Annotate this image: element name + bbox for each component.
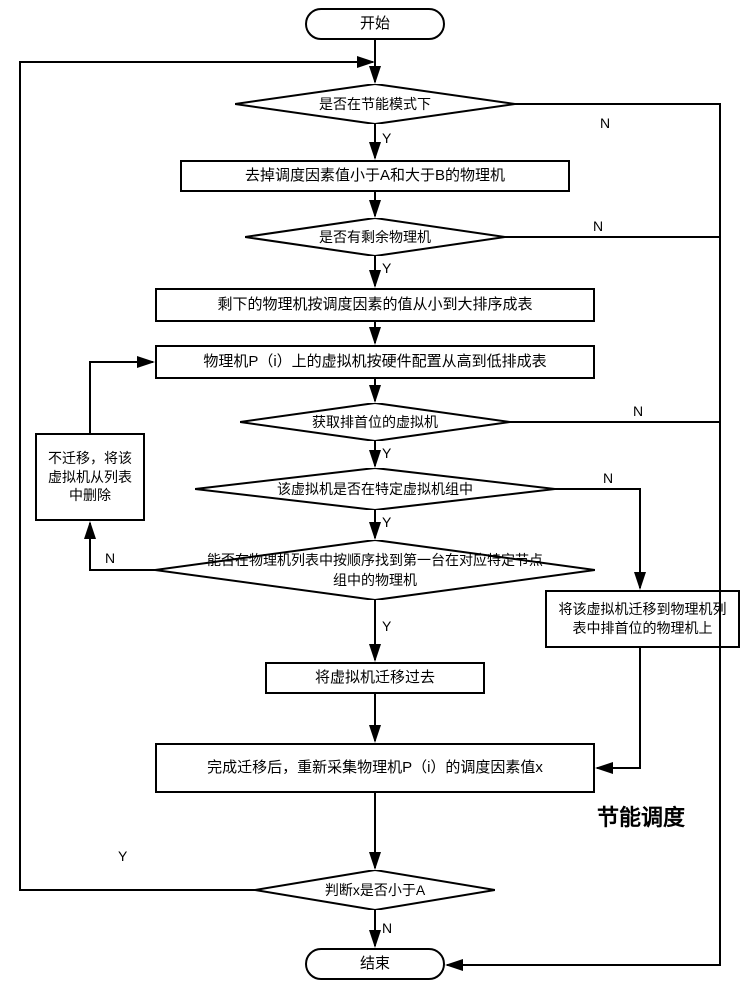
d4-y: Y [382,514,391,530]
p6-text: 完成迁移后，重新采集物理机P（i）的调度因素值x [207,758,543,778]
start-label: 开始 [360,14,390,34]
d4-n: N [603,470,613,486]
decision-x-less-than-a: 判断x是否小于A [255,870,495,910]
d5-y: Y [382,618,391,634]
d6-text: 判断x是否小于A [325,880,425,900]
process-sort-vms: 物理机P（i）上的虚拟机按硬件配置从高到低排成表 [155,345,595,379]
process-remove-out-of-range: 去掉调度因素值小于A和大于B的物理机 [180,160,570,192]
start-terminator: 开始 [305,8,445,40]
process-migrate-vm: 将虚拟机迁移过去 [265,662,485,694]
decision-find-first-machine: 能否在物理机列表中按顺序找到第一台在对应特定节点组中的物理机 [155,540,595,600]
diagram-title: 节能调度 [597,800,685,832]
d4-text: 该虚拟机是否在特定虚拟机组中 [277,479,473,499]
d2-n: N [593,218,603,234]
d5-n: N [105,550,115,566]
p2-text: 剩下的物理机按调度因素的值从小到大排序成表 [217,295,532,315]
d2-y: Y [382,260,391,276]
d1-n: N [600,115,610,131]
process-no-migrate-delete: 不迁移，将该虚拟机从列表中删除 [35,433,145,521]
side-text: 不迁移，将该虚拟机从列表中删除 [47,449,133,506]
p4-text: 将虚拟机迁移过去 [315,668,435,688]
decision-energy-saving-mode: 是否在节能模式下 [235,84,515,124]
d3-y: Y [382,445,391,461]
end-label: 结束 [360,954,390,974]
end-terminator: 结束 [305,948,445,980]
p5-text: 将该虚拟机迁移到物理机列表中排首位的物理机上 [557,600,728,638]
d3-text: 获取排首位的虚拟机 [312,412,438,432]
d1-y: Y [382,130,391,146]
d1-text: 是否在节能模式下 [319,94,431,114]
process-migrate-to-first: 将该虚拟机迁移到物理机列表中排首位的物理机上 [545,590,740,648]
decision-has-remaining: 是否有剩余物理机 [245,218,505,256]
d3-n: N [633,403,643,419]
d5-text: 能否在物理机列表中按顺序找到第一台在对应特定节点组中的物理机 [205,550,545,590]
process-recollect-factor: 完成迁移后，重新采集物理机P（i）的调度因素值x [155,743,595,793]
process-sort-physical-machines: 剩下的物理机按调度因素的值从小到大排序成表 [155,288,595,322]
d6-y: Y [118,848,127,864]
d2-text: 是否有剩余物理机 [319,227,431,247]
p3-text: 物理机P（i）上的虚拟机按硬件配置从高到低排成表 [203,352,546,372]
p1-text: 去掉调度因素值小于A和大于B的物理机 [245,166,505,186]
decision-get-first-vm: 获取排首位的虚拟机 [240,403,510,441]
decision-in-specific-group: 该虚拟机是否在特定虚拟机组中 [195,468,555,510]
d6-n: N [382,920,392,936]
